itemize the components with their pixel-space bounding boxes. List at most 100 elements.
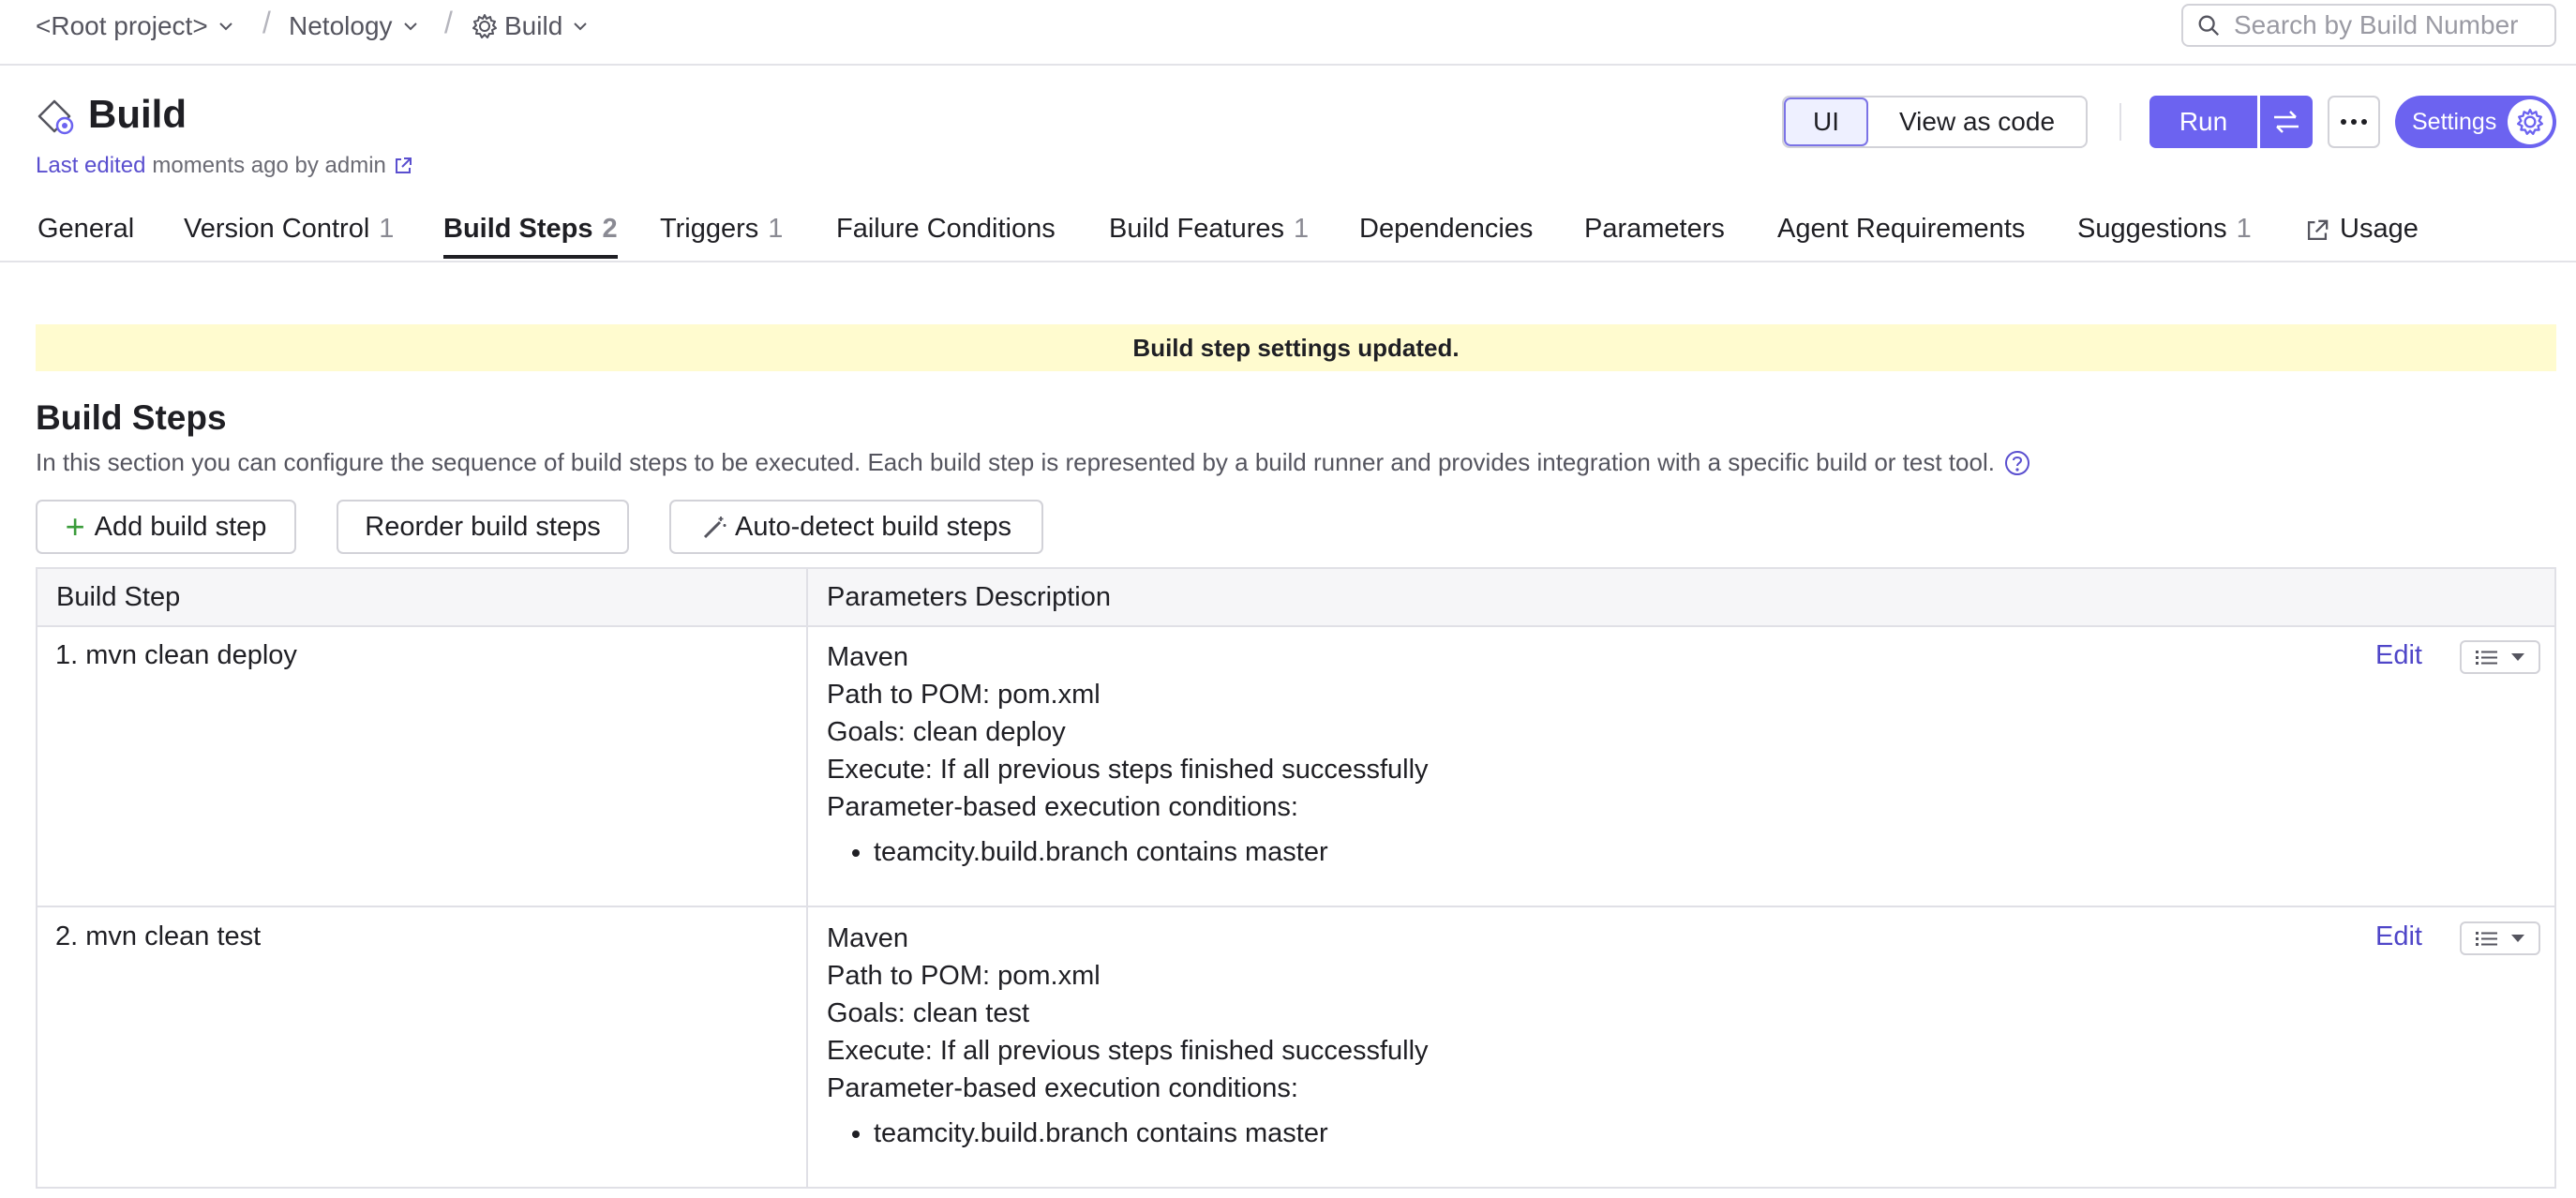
last-edited-link[interactable]: Last edited <box>36 153 145 179</box>
edit-link[interactable]: Edit <box>2375 640 2422 671</box>
success-banner: Build step settings updated. <box>36 324 2556 371</box>
goals: Goals: clean test <box>827 998 1029 1028</box>
list-icon <box>2476 932 2497 946</box>
tab-bar: General Version Control 1 Build Steps 2 Tr… <box>0 206 2576 262</box>
tab-label: Build Features <box>1109 214 1284 244</box>
auto-detect-build-steps-button[interactable]: Auto-detect build steps <box>669 500 1043 554</box>
execute-policy: Execute: If all previous steps finished … <box>827 1036 1429 1066</box>
tab-count: 2 <box>602 214 618 244</box>
plus-icon: + <box>65 507 85 546</box>
section-title: Build Steps <box>36 398 227 437</box>
tab-label: Version Control <box>184 214 370 244</box>
chevron-down-icon <box>218 22 232 31</box>
tab-count: 1 <box>1294 214 1310 244</box>
tab-failure-conditions[interactable]: Failure Conditions <box>836 206 1056 259</box>
build-steps-table: Build Step Parameters Description 1. mvn… <box>36 567 2556 1189</box>
list-icon <box>2476 651 2497 665</box>
tab-label: Usage <box>2340 214 2419 244</box>
last-edited-text: moments ago by admin <box>152 153 386 178</box>
tab-build-steps[interactable]: Build Steps 2 <box>443 206 618 259</box>
chevron-down-icon <box>403 22 417 31</box>
more-icon <box>2341 119 2367 125</box>
search-input[interactable] <box>2232 9 2554 41</box>
run-options-icon <box>2274 111 2299 133</box>
search-box[interactable] <box>2181 4 2556 47</box>
add-build-step-button[interactable]: + Add build step <box>36 500 296 554</box>
build-step-description: Maven Path to POM: pom.xml Goals: clean … <box>827 920 1429 1152</box>
conditions-label: Parameter-based execution conditions: <box>827 792 1298 822</box>
search-icon <box>2198 15 2220 37</box>
tab-count: 1 <box>768 214 784 244</box>
run-options-button[interactable] <box>2260 96 2313 148</box>
tab-dependencies[interactable]: Dependencies <box>1359 206 1533 259</box>
tab-triggers[interactable]: Triggers 1 <box>660 206 783 259</box>
last-edited: Last edited moments ago by admin <box>36 153 413 179</box>
breadcrumb-project[interactable]: Netology <box>289 7 419 45</box>
build-config-icon <box>37 99 74 135</box>
conditions-list: teamcity.build.branch contains master <box>827 1115 1429 1152</box>
view-mode-toggle: UI View as code <box>1782 96 2088 148</box>
goals: Goals: clean deploy <box>827 717 1066 747</box>
condition-item: teamcity.build.branch contains master <box>874 1115 1429 1152</box>
gear-icon <box>472 14 497 38</box>
external-link-icon <box>2307 219 2329 241</box>
conditions-label: Parameter-based execution conditions: <box>827 1073 1298 1103</box>
gear-icon <box>2517 109 2543 135</box>
build-step-name: 2. mvn clean test <box>55 921 262 951</box>
tab-suggestions[interactable]: Suggestions 1 <box>2077 206 2252 259</box>
settings-button[interactable]: Settings <box>2395 96 2556 148</box>
caret-down-icon <box>2511 653 2524 661</box>
tab-agent-requirements[interactable]: Agent Requirements <box>1777 206 2025 259</box>
step-actions-menu-button[interactable] <box>2460 640 2540 674</box>
section-description-text: In this section you can configure the se… <box>36 448 1995 476</box>
tab-parameters[interactable]: Parameters <box>1584 206 1725 259</box>
tab-label: Dependencies <box>1359 214 1534 244</box>
tab-build-features[interactable]: Build Features 1 <box>1109 206 1309 259</box>
tab-label: Triggers <box>660 214 759 244</box>
tab-label: Build Steps <box>443 214 593 244</box>
tab-label: Parameters <box>1584 214 1725 244</box>
runner-type: Maven <box>827 923 909 953</box>
settings-gear <box>2508 99 2553 144</box>
tab-count: 1 <box>379 214 395 244</box>
breadcrumb-separator: / <box>262 6 271 39</box>
caret-down-icon <box>2511 935 2524 942</box>
breadcrumb-root-label: <Root project> <box>36 11 208 40</box>
page-title: Build <box>88 92 187 136</box>
tab-label: Failure Conditions <box>836 214 1056 244</box>
pom-path: Path to POM: pom.xml <box>827 961 1101 991</box>
more-actions-button[interactable] <box>2328 96 2380 148</box>
tab-version-control[interactable]: Version Control 1 <box>184 206 394 259</box>
settings-label: Settings <box>2412 108 2497 135</box>
reorder-build-steps-label: Reorder build steps <box>365 511 601 542</box>
auto-detect-label: Auto-detect build steps <box>734 511 1011 542</box>
execute-policy: Execute: If all previous steps finished … <box>827 755 1429 785</box>
breadcrumb-build-config[interactable]: Build <box>471 7 589 45</box>
section-description: In this section you can configure the se… <box>36 448 2030 477</box>
ui-mode-button[interactable]: UI <box>1784 97 1868 146</box>
view-as-code-button[interactable]: View as code <box>1868 97 2086 146</box>
tab-usage[interactable]: Usage <box>2304 206 2419 259</box>
breadcrumb-root-project[interactable]: <Root project> <box>36 7 234 45</box>
tab-label: General <box>37 214 135 244</box>
tab-label: Suggestions <box>2077 214 2227 244</box>
reorder-build-steps-button[interactable]: Reorder build steps <box>337 500 629 554</box>
magic-wand-icon <box>703 517 726 539</box>
add-build-step-label: Add build step <box>94 511 267 542</box>
external-link-icon[interactable] <box>393 156 413 176</box>
column-header-parameters: Parameters Description <box>808 569 2554 627</box>
conditions-list: teamcity.build.branch contains master <box>827 833 1429 871</box>
step-actions-menu-button[interactable] <box>2460 921 2540 955</box>
build-step-description: Maven Path to POM: pom.xml Goals: clean … <box>827 638 1429 871</box>
run-button[interactable]: Run <box>2149 96 2257 148</box>
tab-count: 1 <box>2236 214 2252 244</box>
edit-link[interactable]: Edit <box>2375 921 2422 952</box>
row-divider <box>37 906 2554 907</box>
column-divider <box>806 569 808 1187</box>
help-icon[interactable] <box>2004 450 2030 476</box>
divider <box>2119 103 2121 141</box>
condition-item: teamcity.build.branch contains master <box>874 833 1429 871</box>
runner-type: Maven <box>827 642 909 672</box>
tab-label: Agent Requirements <box>1777 214 2026 244</box>
tab-general[interactable]: General <box>37 206 134 259</box>
